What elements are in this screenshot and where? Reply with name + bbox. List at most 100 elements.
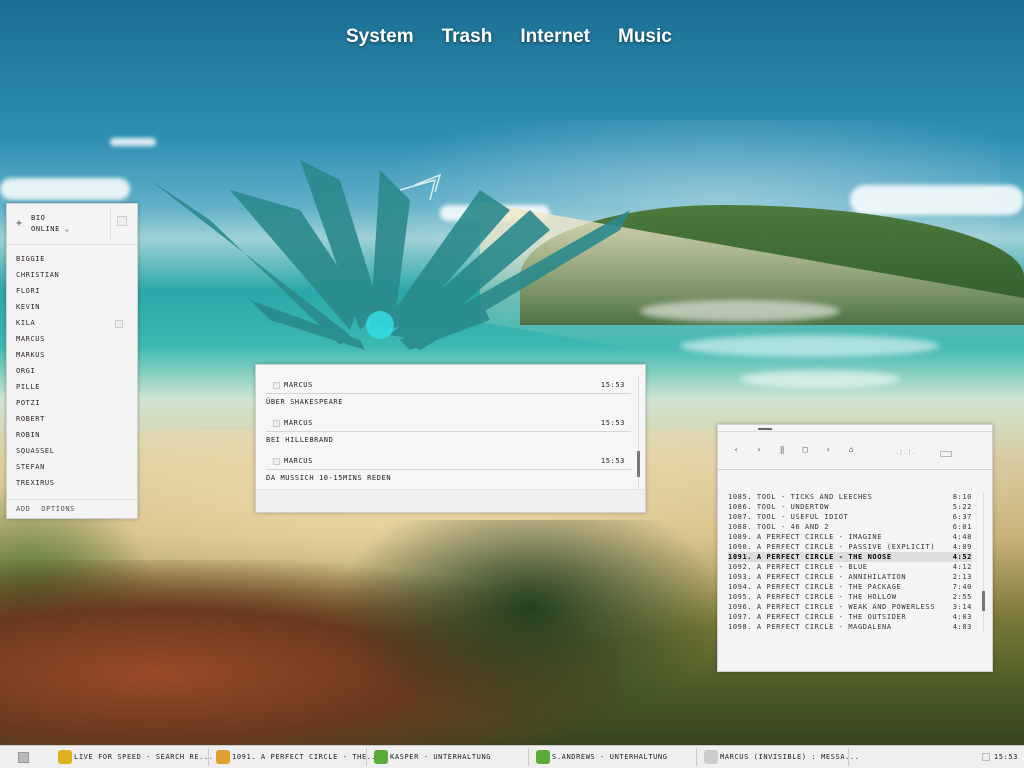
pause-icon[interactable]: ‖ bbox=[778, 445, 787, 454]
taskbar-item[interactable]: KASPER - UNTERHALTUNG bbox=[368, 748, 529, 766]
resize-icon[interactable] bbox=[940, 451, 952, 457]
sender-icon bbox=[273, 382, 280, 389]
playlist-scrollbar[interactable] bbox=[983, 492, 984, 632]
track-title: 1086. TOOL - UNDERTOW bbox=[728, 503, 830, 511]
playlist-scroll-thumb[interactable] bbox=[982, 591, 985, 611]
message-header: MARCUS 15:53 bbox=[266, 417, 631, 432]
menu-music[interactable]: Music bbox=[618, 26, 672, 48]
divider bbox=[110, 208, 111, 240]
contact-item[interactable]: FLORI bbox=[7, 283, 137, 299]
contact-item[interactable]: BIGGIE bbox=[7, 251, 137, 267]
playlist-item[interactable]: 1094. A PERFECT CIRCLE - THE PACKAGE 7:40 bbox=[728, 582, 972, 592]
contact-item[interactable]: ROBIN bbox=[7, 427, 137, 443]
menu-internet[interactable]: Internet bbox=[520, 26, 590, 48]
cloud bbox=[110, 138, 156, 146]
track-duration: 2:55 bbox=[952, 593, 972, 601]
divider bbox=[718, 431, 992, 432]
drag-handle[interactable] bbox=[758, 428, 772, 430]
forward-icon[interactable]: › bbox=[824, 445, 833, 454]
message-time: 15:53 bbox=[600, 419, 625, 427]
track-title: 1095. A PERFECT CIRCLE - THE HOLLOW bbox=[728, 593, 897, 601]
stop-icon[interactable]: □ bbox=[801, 445, 810, 454]
cloud bbox=[850, 185, 1024, 215]
playlist-item[interactable]: 1095. A PERFECT CIRCLE - THE HOLLOW 2:55 bbox=[728, 592, 972, 602]
taskbar-item[interactable]: MARCUS (INVISIBLE) : MESSA... bbox=[698, 748, 859, 766]
playlist-item[interactable]: 1090. A PERFECT CIRCLE - PASSIVE (EXPLIC… bbox=[728, 542, 972, 552]
track-title: 1092. A PERFECT CIRCLE - BLUE bbox=[728, 563, 868, 571]
contact-item[interactable]: STEFAN bbox=[7, 459, 137, 475]
contact-item[interactable]: ROBERT bbox=[7, 411, 137, 427]
message-text: DA MUSSICH 10-15MINS REDEN bbox=[266, 474, 392, 482]
playlist-item[interactable]: 1097. A PERFECT CIRCLE - THE OUTSIDER 4:0… bbox=[728, 612, 972, 622]
playlist-item[interactable]: 1085. TOOL - TICKS AND LEECHES 8:10 bbox=[728, 492, 972, 502]
track-title: 1096. A PERFECT CIRCLE - WEAK AND POWERL… bbox=[728, 603, 936, 611]
messenger-icon bbox=[374, 750, 388, 764]
contact-item[interactable]: ORGI bbox=[7, 363, 137, 379]
abstract-sculpture bbox=[150, 160, 630, 350]
tray-icon[interactable] bbox=[982, 753, 990, 761]
chat-message: MARCUS 15:53 BEI HILLEBRAND bbox=[266, 407, 631, 445]
taskbar: LIVE FOR SPEED - SEARCH RE... 1091. A PER… bbox=[0, 745, 1024, 768]
taskbar-item-label: LIVE FOR SPEED - SEARCH RE... bbox=[74, 753, 214, 761]
buddy-list-window: + BIO ONLINE ⌄ BIGGIE CHRISTIAN FLORI KE… bbox=[6, 203, 138, 519]
buddy-list-header: + BIO ONLINE ⌄ bbox=[7, 204, 137, 245]
playlist-item[interactable]: 1096. A PERFECT CIRCLE - WEAK AND POWERL… bbox=[728, 602, 972, 612]
start-button[interactable] bbox=[18, 752, 29, 763]
next-icon[interactable]: › bbox=[755, 445, 764, 454]
track-duration: 4:52 bbox=[952, 553, 972, 561]
playlist-item[interactable]: 1092. A PERFECT CIRCLE - BLUE 4:12 bbox=[728, 562, 972, 572]
sea-foam bbox=[680, 335, 940, 357]
eject-icon[interactable]: ⌂ bbox=[847, 445, 856, 454]
playlist-item[interactable]: 1087. TOOL - USEFUL IDIOT 6:37 bbox=[728, 512, 972, 522]
music-player-icon bbox=[216, 750, 230, 764]
taskbar-item-label: KASPER - UNTERHALTUNG bbox=[390, 753, 492, 761]
track-duration: 7:40 bbox=[952, 583, 972, 591]
playlist-item[interactable]: 1088. TOOL - 46 AND 2 6:01 bbox=[728, 522, 972, 532]
track-title: 1093. A PERFECT CIRCLE - ANNIHILATION bbox=[728, 573, 907, 581]
player-toolbar: ‹ › ‖ □ › ⌂ .|.|. bbox=[718, 425, 992, 470]
contact-list: BIGGIE CHRISTIAN FLORI KEVIN KILA MARCUS… bbox=[7, 245, 137, 491]
contact-item[interactable]: CHRISTIAN bbox=[7, 267, 137, 283]
playlist-item[interactable]: 1093. A PERFECT CIRCLE - ANNIHILATION 2:1… bbox=[728, 572, 972, 582]
sender-icon bbox=[273, 420, 280, 427]
contact-item[interactable]: TREXIRUS bbox=[7, 475, 137, 491]
add-contact-button[interactable]: ADD bbox=[16, 505, 30, 513]
track-title: 1091. A PERFECT CIRCLE - THE NOOSE bbox=[728, 553, 892, 561]
track-duration: 4:03 bbox=[952, 613, 972, 621]
taskbar-item[interactable]: S.ANDREWS - UNTERHALTUNG bbox=[530, 748, 697, 766]
add-icon[interactable]: + bbox=[16, 218, 23, 229]
playlist-item[interactable]: 1098. A PERFECT CIRCLE - MAGDALENA 4:03 bbox=[728, 622, 972, 632]
contact-item[interactable]: PILLE bbox=[7, 379, 137, 395]
contact-item[interactable]: MARKUS bbox=[7, 347, 137, 363]
track-duration: 2:13 bbox=[952, 573, 972, 581]
user-name: BIO bbox=[31, 214, 46, 222]
track-title: 1098. A PERFECT CIRCLE - MAGDALENA bbox=[728, 623, 892, 631]
chat-message: MARCUS 15:53 ÜBER SHAKESPEARE bbox=[266, 369, 631, 407]
desktop-menu: System Trash Internet Music bbox=[346, 26, 672, 48]
contact-item[interactable]: MARCUS bbox=[7, 331, 137, 347]
taskbar-item[interactable]: LIVE FOR SPEED - SEARCH RE... bbox=[52, 748, 213, 766]
track-duration: 5:22 bbox=[952, 503, 972, 511]
message-text: ÜBER SHAKESPEARE bbox=[266, 398, 344, 406]
chat-window: MARCUS 15:53 ÜBER SHAKESPEARE MARCUS 15:… bbox=[255, 364, 646, 513]
contact-item[interactable]: POTZI bbox=[7, 395, 137, 411]
previous-icon[interactable]: ‹ bbox=[732, 445, 741, 454]
track-title: 1085. TOOL - TICKS AND LEECHES bbox=[728, 493, 873, 501]
contact-item[interactable]: KEVIN bbox=[7, 299, 137, 315]
options-button[interactable]: OPTIONS bbox=[41, 505, 75, 513]
menu-system[interactable]: System bbox=[346, 26, 414, 48]
playlist-item[interactable]: 1086. TOOL - UNDERTOW 5:22 bbox=[728, 502, 972, 512]
chat-message: MARCUS 15:53 DA MUSSICH 10-15MINS REDEN bbox=[266, 445, 631, 483]
contact-item[interactable]: KILA bbox=[7, 315, 137, 331]
avatar[interactable] bbox=[117, 216, 127, 226]
playlist-item-current[interactable]: 1091. A PERFECT CIRCLE - THE NOOSE 4:52 bbox=[728, 552, 972, 562]
playlist-item[interactable]: 1089. A PERFECT CIRCLE - IMAGINE 4:48 bbox=[728, 532, 972, 542]
taskbar-item[interactable]: 1091. A PERFECT CIRCLE - THE... bbox=[210, 748, 381, 766]
status-dropdown[interactable]: ONLINE ⌄ bbox=[31, 225, 70, 233]
chat-input[interactable] bbox=[256, 489, 645, 512]
contact-item[interactable]: SQUASSEL bbox=[7, 443, 137, 459]
chat-scroll-thumb[interactable] bbox=[637, 451, 640, 477]
message-time: 15:53 bbox=[600, 381, 625, 389]
volume-icon[interactable]: .|.|. bbox=[895, 449, 916, 456]
menu-trash[interactable]: Trash bbox=[442, 26, 493, 48]
